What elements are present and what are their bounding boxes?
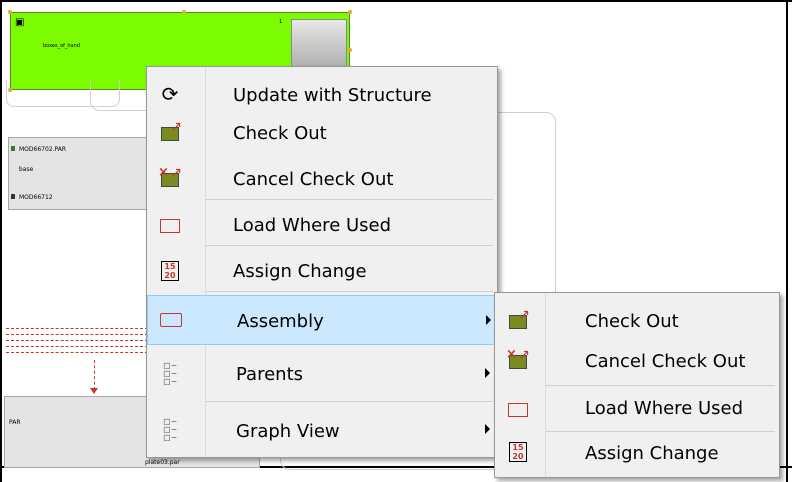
part-node-id: MOD66712 — [19, 194, 53, 201]
context-menu: ⟳ Update with Structure ↗ Check Out × ↗ C… — [146, 66, 498, 458]
part-node-desc: base — [19, 166, 34, 173]
menu-item-label: Check Out — [585, 311, 679, 332]
menu-item-label: Load Where Used — [233, 215, 392, 236]
relation-line — [6, 340, 148, 341]
part-node-filename: MOD66702.PAR — [19, 146, 67, 153]
relation-line — [6, 334, 148, 335]
menu-item-label: Parents — [236, 364, 303, 385]
menu-item-label: Assign Change — [233, 261, 367, 282]
assign-change-icon: 15 20 — [507, 441, 529, 463]
relation-line — [6, 352, 148, 353]
assign-change-icon: 15 20 — [159, 260, 181, 282]
update-structure-icon: ⟳ — [161, 82, 179, 106]
menu-item-parents[interactable]: ▫– ▫– ▫– Parents — [147, 349, 497, 399]
status-dot-icon — [11, 194, 15, 199]
menu-item-label: Load Where Used — [585, 398, 744, 419]
selection-handle[interactable] — [182, 10, 186, 14]
menu-item-graph-view[interactable]: ▫– ▫– ▫– Graph View — [147, 405, 497, 455]
menu-item-check-out[interactable]: ↗ Check Out — [147, 115, 497, 151]
assembly-submenu: ↗ Check Out × ↗ Cancel Check Out Load Whe… — [494, 292, 780, 478]
window-border-right — [786, 0, 788, 482]
part-node[interactable]: MOD66702.PAR base MOD66712 — [8, 137, 150, 210]
menu-item-label: Assembly — [237, 311, 324, 332]
relation-line — [94, 360, 95, 390]
submenu-item-load-where-used[interactable]: Load Where Used — [495, 391, 779, 427]
submenu-item-check-out[interactable]: ↗ Check Out — [495, 303, 779, 339]
menu-separator — [205, 199, 493, 200]
menu-separator — [545, 385, 775, 386]
menu-item-assign-change[interactable]: 15 20 Assign Change — [147, 253, 497, 289]
load-where-used-icon — [159, 215, 181, 237]
menu-item-cancel-check-out[interactable]: × ↗ Cancel Check Out — [147, 161, 497, 197]
document-icon: ▣ — [15, 17, 25, 28]
menu-item-update-with-structure[interactable]: ⟳ Update with Structure — [147, 77, 497, 113]
graph-view-icon: ▫– ▫– ▫– — [162, 414, 178, 444]
check-out-icon: ↗ — [159, 120, 182, 145]
relation-line — [6, 328, 148, 329]
submenu-arrow-icon — [486, 315, 491, 325]
menu-separator — [205, 401, 493, 402]
menu-item-assembly[interactable]: Assembly — [147, 295, 497, 345]
check-out-icon: ↗ — [507, 308, 530, 333]
submenu-arrow-icon — [485, 368, 490, 378]
status-dot-icon — [11, 146, 15, 151]
menu-item-load-where-used[interactable]: Load Where Used — [147, 207, 497, 243]
menu-separator — [205, 291, 493, 292]
menu-item-label: Check Out — [233, 123, 327, 144]
window-border-top — [0, 0, 792, 2]
relation-arrow-icon — [90, 388, 98, 394]
cancel-check-out-icon: × ↗ — [506, 348, 530, 373]
submenu-arrow-icon — [485, 424, 490, 434]
submenu-item-assign-change[interactable]: 15 20 Assign Change — [495, 435, 779, 471]
menu-item-label: Update with Structure — [233, 85, 432, 106]
assembly-icon — [160, 309, 182, 331]
menu-separator — [205, 245, 493, 246]
part-node-title: PAR — [9, 419, 21, 426]
node-number: 1 — [279, 19, 283, 25]
menu-item-label: Graph View — [236, 421, 340, 442]
load-where-used-icon — [507, 399, 529, 421]
relation-line — [6, 346, 148, 347]
menu-item-label: Cancel Check Out — [233, 169, 394, 190]
selection-handle[interactable] — [348, 10, 352, 14]
selection-handle[interactable] — [348, 48, 352, 52]
menu-item-label: Assign Change — [585, 443, 719, 464]
window-border-left — [0, 0, 2, 482]
cancel-check-out-icon: × ↗ — [158, 166, 182, 191]
menu-item-label: Cancel Check Out — [585, 351, 746, 372]
submenu-item-cancel-check-out[interactable]: × ↗ Cancel Check Out — [495, 343, 779, 379]
node-title: boxes_of_hand — [43, 43, 80, 49]
selection-handle[interactable] — [8, 10, 12, 14]
menu-separator — [545, 431, 775, 432]
part-node-filename: plate03.par — [145, 459, 180, 466]
parents-icon: ▫– ▫– ▫– — [162, 358, 178, 388]
